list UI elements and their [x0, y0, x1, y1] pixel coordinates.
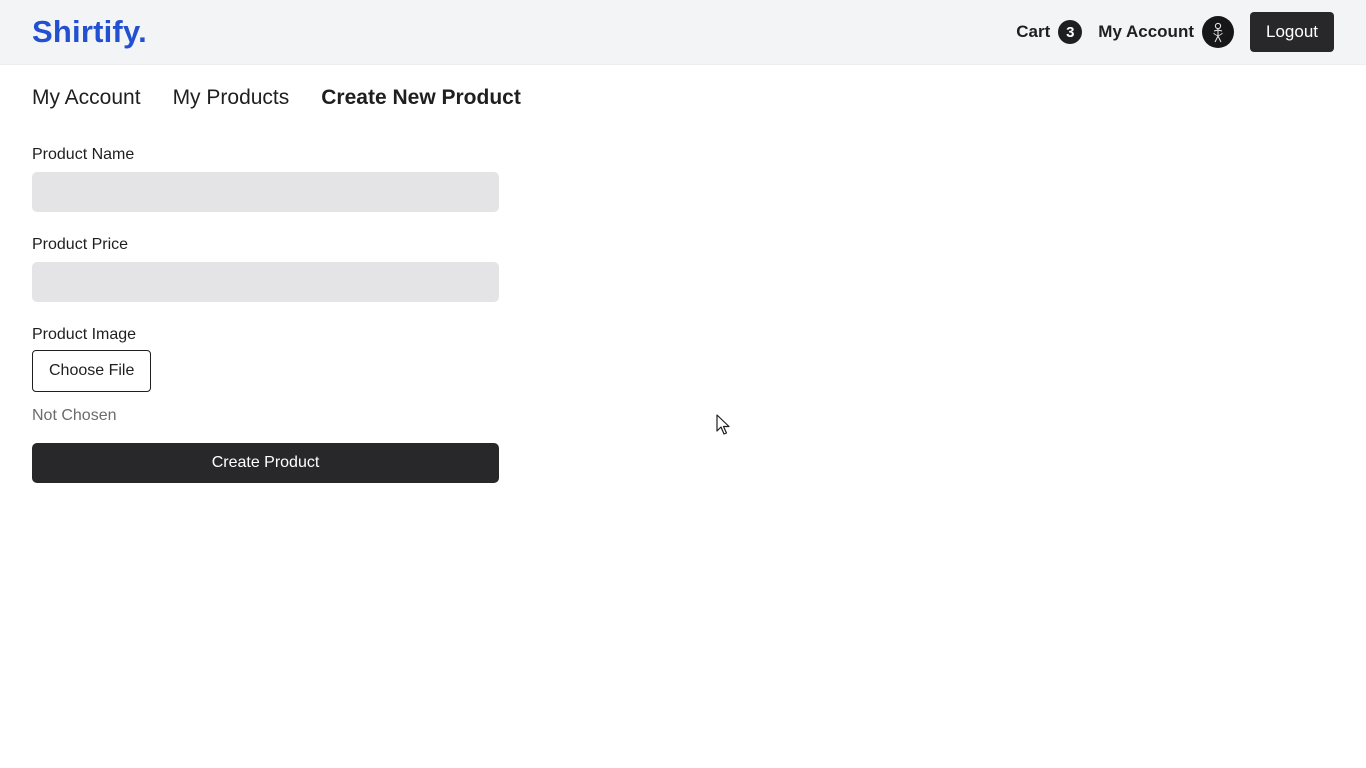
cart-label: Cart [1016, 22, 1051, 41]
mouse-pointer-icon [716, 414, 730, 435]
avatar-icon [1202, 16, 1234, 48]
product-price-label: Product Price [32, 236, 129, 253]
account-tabs: My Account My Products Create New Produc… [32, 86, 553, 110]
product-image-label: Product Image [32, 326, 137, 343]
tab-my-products[interactable]: My Products [173, 86, 290, 110]
file-status-text: Not Chosen [32, 407, 117, 424]
product-price-input[interactable] [32, 262, 499, 302]
product-name-input[interactable] [32, 172, 499, 212]
tab-create-new-product[interactable]: Create New Product [321, 86, 521, 110]
create-product-button[interactable]: Create Product [32, 443, 499, 483]
brand-logo[interactable]: Shirtify. [32, 14, 147, 50]
create-product-form: Product Name Product Price Product Image… [32, 146, 499, 483]
top-navbar: Shirtify. Cart 3 My Account Logout [0, 0, 1366, 65]
cart-link[interactable]: Cart 3 [1016, 20, 1083, 44]
product-name-label: Product Name [32, 146, 135, 163]
logout-button[interactable]: Logout [1250, 12, 1334, 52]
tab-my-account[interactable]: My Account [32, 86, 141, 110]
choose-file-button[interactable]: Choose File [32, 350, 152, 392]
cart-count-badge: 3 [1058, 20, 1083, 44]
nav-right: Cart 3 My Account Logout [1016, 12, 1334, 52]
account-label: My Account [1098, 22, 1194, 41]
account-link[interactable]: My Account [1098, 16, 1234, 48]
